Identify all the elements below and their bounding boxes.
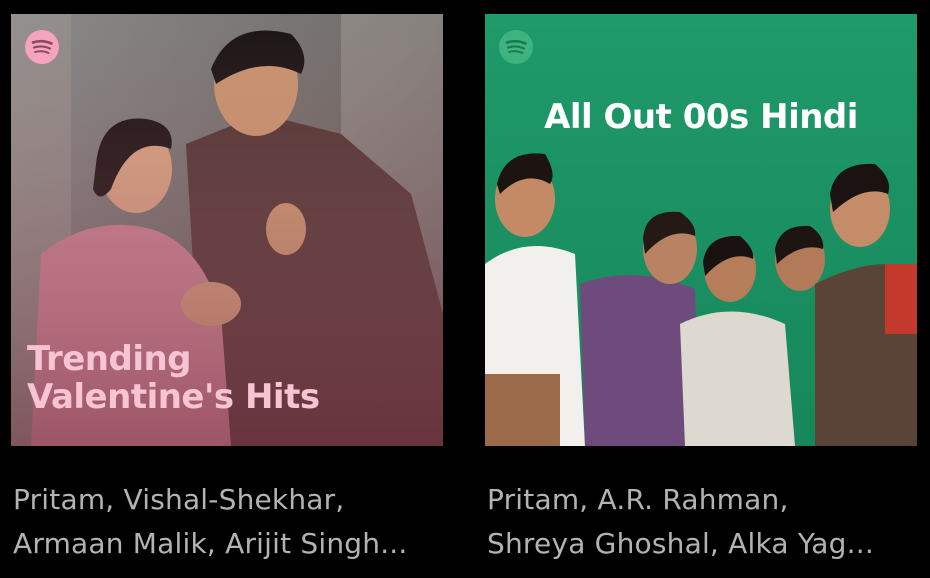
playlist-description: Pritam, Vishal-Shekhar, Armaan Malik, Ar… bbox=[13, 478, 453, 566]
cover-title-line: All Out 00s Hindi bbox=[544, 97, 858, 137]
playlist-cover[interactable]: All Out 00s Hindi bbox=[485, 14, 917, 446]
description-line: Pritam, Vishal-Shekhar, bbox=[13, 483, 345, 516]
description-line: Pritam, A.R. Rahman, bbox=[487, 483, 789, 516]
cover-photo-group bbox=[485, 14, 917, 446]
playlist-card-trending-valentines[interactable]: Trending Valentine's Hits Pritam, Vishal… bbox=[11, 14, 443, 560]
description-line: Shreya Ghoshal, Alka Yag... bbox=[487, 527, 874, 560]
spotify-logo-icon bbox=[25, 30, 59, 64]
playlist-card-all-out-00s-hindi[interactable]: All Out 00s Hindi Pritam, A.R. Rahman, S… bbox=[485, 14, 917, 560]
cover-title: Trending Valentine's Hits bbox=[27, 340, 427, 416]
cover-title-line: Trending bbox=[27, 339, 192, 379]
cover-title: All Out 00s Hindi bbox=[485, 98, 917, 136]
cover-title-line: Valentine's Hits bbox=[27, 377, 320, 418]
spotify-logo-icon bbox=[499, 30, 533, 64]
playlist-description: Pritam, A.R. Rahman, Shreya Ghoshal, Alk… bbox=[487, 478, 927, 566]
playlist-cover[interactable]: Trending Valentine's Hits bbox=[11, 14, 443, 446]
description-line: Armaan Malik, Arijit Singh... bbox=[13, 527, 408, 560]
